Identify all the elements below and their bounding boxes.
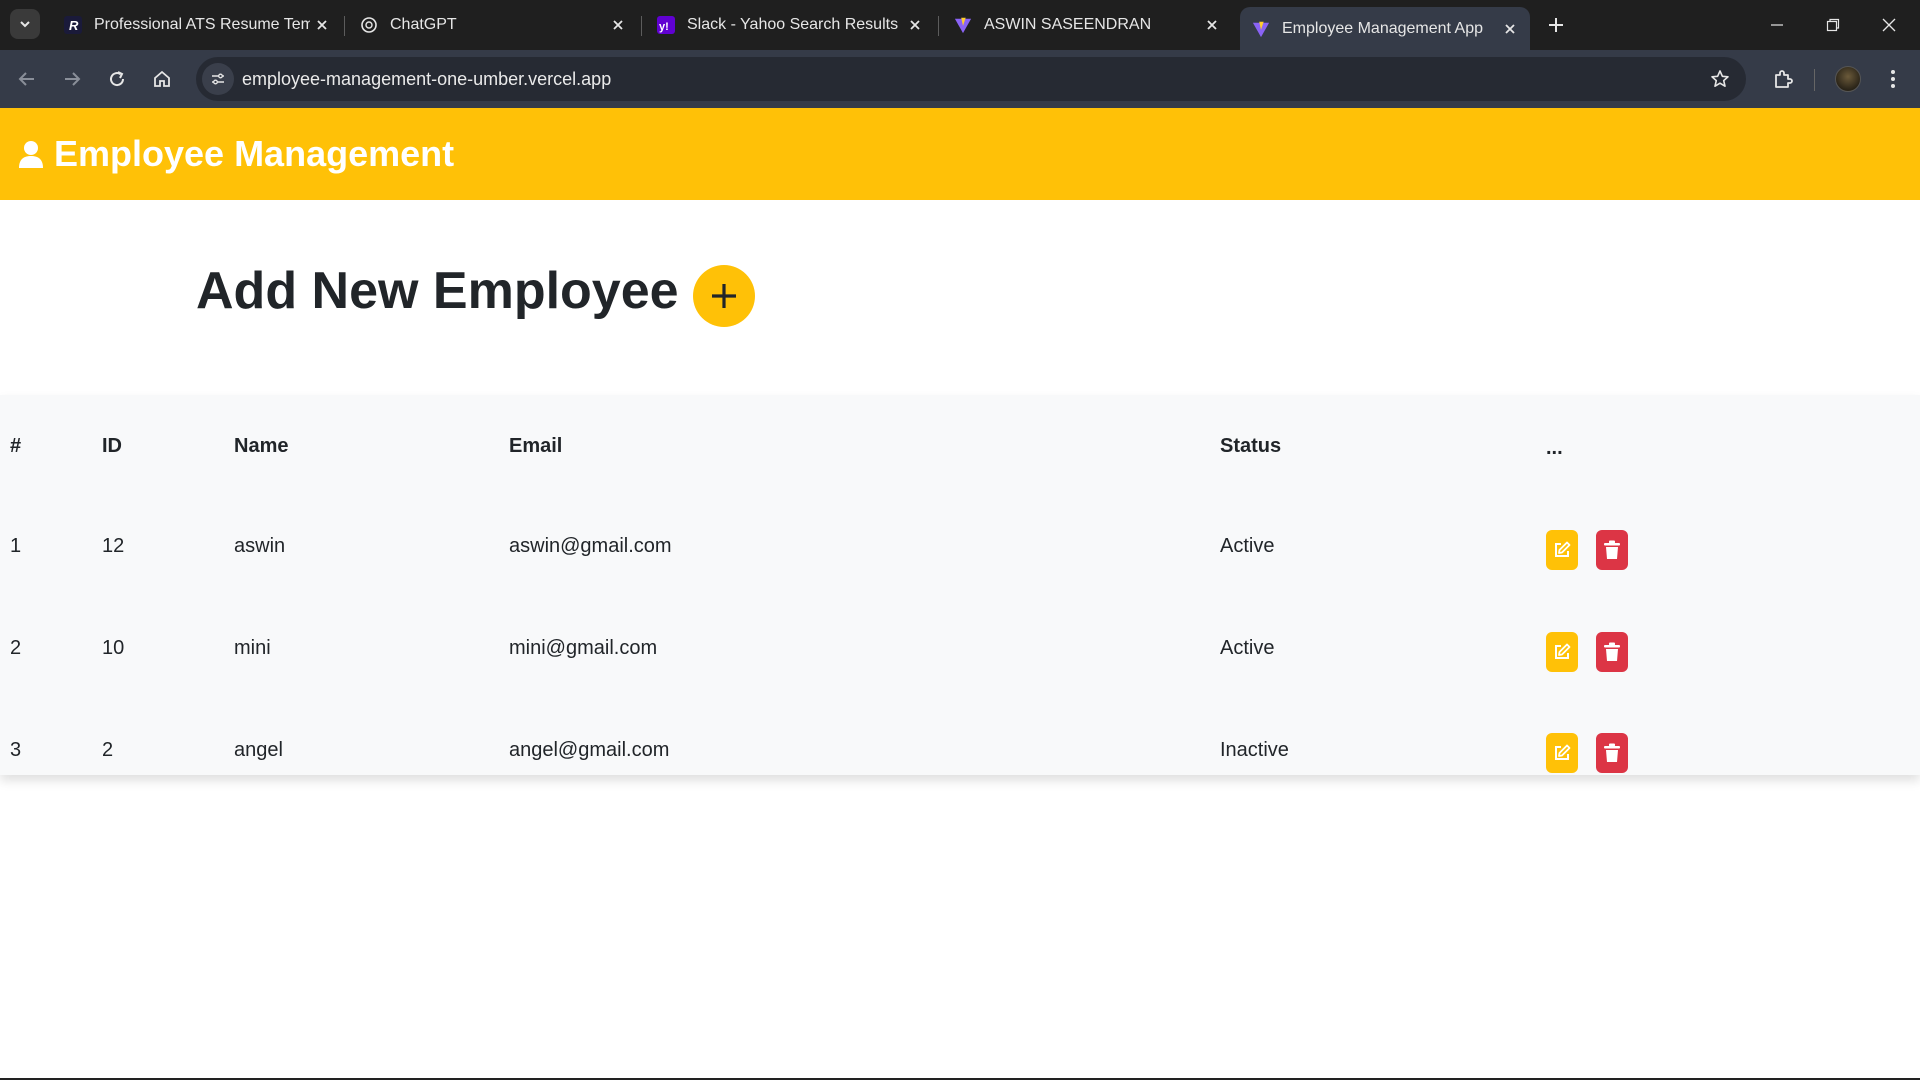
minimize-button[interactable] bbox=[1754, 8, 1800, 42]
extensions-button[interactable] bbox=[1766, 61, 1802, 97]
browser-tab[interactable]: y! Slack - Yahoo Search Results bbox=[645, 7, 935, 43]
column-header-email: Email bbox=[509, 435, 563, 457]
site-info-button[interactable] bbox=[202, 63, 234, 95]
close-tab-icon[interactable] bbox=[310, 13, 334, 37]
cell-name: mini bbox=[234, 637, 271, 659]
edit-button[interactable] bbox=[1546, 632, 1578, 672]
tab-title: Employee Management App bbox=[1282, 19, 1484, 37]
close-tab-icon[interactable] bbox=[1200, 13, 1224, 37]
tab-search-button[interactable] bbox=[10, 9, 40, 39]
edit-icon bbox=[1555, 744, 1571, 760]
trash-icon bbox=[1604, 540, 1620, 559]
new-tab-button[interactable] bbox=[1542, 11, 1570, 39]
star-icon bbox=[1711, 70, 1729, 87]
browser-tab[interactable]: ChatGPT bbox=[348, 7, 638, 43]
tab-title: Professional ATS Resume Templ bbox=[94, 16, 310, 33]
home-button[interactable] bbox=[145, 62, 179, 96]
cell-email: aswin@gmail.com bbox=[509, 535, 672, 557]
chatgpt-icon bbox=[360, 16, 378, 34]
tab-title: Slack - Yahoo Search Results bbox=[687, 16, 899, 33]
close-tab-icon[interactable] bbox=[606, 13, 630, 37]
browser-tab-active[interactable]: Employee Management App bbox=[1240, 7, 1530, 50]
browser-menu-button[interactable] bbox=[1878, 64, 1908, 94]
column-header-status: Status bbox=[1220, 435, 1282, 457]
cell-name: angel bbox=[234, 739, 283, 761]
cell-email: mini@gmail.com bbox=[509, 637, 658, 659]
browser-tab[interactable]: R Professional ATS Resume Templ bbox=[52, 7, 342, 43]
arrow-left-icon bbox=[18, 72, 34, 86]
reload-button[interactable] bbox=[100, 62, 134, 96]
app-header: Employee Management bbox=[0, 108, 1920, 200]
add-employee-section: Add New Employee bbox=[196, 255, 755, 327]
tune-icon bbox=[212, 73, 224, 85]
cell-index: 3 bbox=[10, 739, 22, 761]
svg-text:y!: y! bbox=[659, 21, 669, 33]
close-window-button[interactable] bbox=[1866, 8, 1912, 42]
more-vert-icon bbox=[1891, 70, 1895, 88]
puzzle-icon bbox=[1775, 70, 1793, 88]
close-tab-icon[interactable] bbox=[1498, 17, 1522, 41]
cell-status: Active bbox=[1220, 637, 1275, 659]
delete-button[interactable] bbox=[1596, 530, 1628, 570]
yahoo-icon: y! bbox=[657, 16, 675, 34]
edit-icon bbox=[1555, 541, 1571, 557]
browser-toolbar: employee-management-one-umber.vercel.app bbox=[0, 50, 1920, 108]
forward-button[interactable] bbox=[55, 62, 89, 96]
tab-separator bbox=[938, 16, 939, 36]
resume-r-icon: R bbox=[64, 16, 82, 34]
cell-id: 10 bbox=[102, 637, 125, 659]
cell-email: angel@gmail.com bbox=[509, 739, 670, 761]
edit-button[interactable] bbox=[1546, 733, 1578, 773]
add-employee-button[interactable] bbox=[692, 265, 755, 327]
url-text[interactable]: employee-management-one-umber.vercel.app bbox=[242, 69, 611, 90]
profile-avatar[interactable] bbox=[1835, 66, 1861, 92]
column-header-id: ID bbox=[102, 435, 122, 457]
vite-icon bbox=[954, 16, 972, 34]
user-icon bbox=[19, 141, 43, 168]
tab-title: ASWIN SASEENDRAN bbox=[984, 16, 1152, 33]
app-title: Employee Management bbox=[54, 133, 455, 174]
back-button[interactable] bbox=[10, 62, 44, 96]
cell-id: 2 bbox=[102, 739, 114, 761]
restore-icon bbox=[1826, 18, 1840, 32]
cell-id: 12 bbox=[102, 535, 125, 557]
reload-icon bbox=[110, 71, 125, 87]
cell-status: Inactive bbox=[1220, 739, 1289, 761]
plus-icon bbox=[1549, 18, 1563, 32]
trash-icon bbox=[1604, 642, 1620, 661]
trash-icon bbox=[1604, 743, 1620, 762]
minimize-icon bbox=[1771, 24, 1783, 26]
cell-name: aswin bbox=[234, 535, 286, 557]
close-tab-icon[interactable] bbox=[903, 13, 927, 37]
cell-index: 2 bbox=[10, 637, 22, 659]
tab-separator bbox=[641, 16, 642, 36]
browser-tab-bar: R Professional ATS Resume Templ ChatGPT … bbox=[0, 0, 1920, 50]
tab-separator bbox=[344, 16, 345, 36]
address-bar[interactable]: employee-management-one-umber.vercel.app bbox=[196, 57, 1746, 101]
delete-button[interactable] bbox=[1596, 632, 1628, 672]
arrow-right-icon bbox=[65, 72, 81, 86]
close-icon bbox=[1882, 18, 1896, 32]
chevron-down-icon bbox=[20, 21, 30, 28]
edit-button[interactable] bbox=[1546, 530, 1578, 570]
restore-button[interactable] bbox=[1810, 8, 1856, 42]
bookmark-button[interactable] bbox=[1708, 67, 1732, 91]
column-header-actions: ... bbox=[1546, 437, 1563, 459]
toolbar-divider bbox=[1814, 69, 1815, 91]
browser-tab[interactable]: ASWIN SASEENDRAN bbox=[942, 7, 1232, 43]
edit-icon bbox=[1555, 643, 1571, 659]
tab-title: ChatGPT bbox=[390, 16, 457, 33]
column-header-index: # bbox=[10, 435, 22, 457]
plus-icon bbox=[711, 284, 736, 308]
column-header-name: Name bbox=[234, 435, 289, 457]
delete-button[interactable] bbox=[1596, 733, 1628, 773]
cell-index: 1 bbox=[10, 535, 22, 557]
employee-table: # ID Name Email Status ... 1 12 aswin as… bbox=[0, 395, 1920, 775]
add-employee-heading: Add New Employee bbox=[196, 262, 679, 320]
svg-text:R: R bbox=[69, 18, 79, 33]
vite-icon bbox=[1252, 20, 1270, 38]
home-icon bbox=[154, 70, 170, 87]
cell-status: Active bbox=[1220, 535, 1275, 557]
